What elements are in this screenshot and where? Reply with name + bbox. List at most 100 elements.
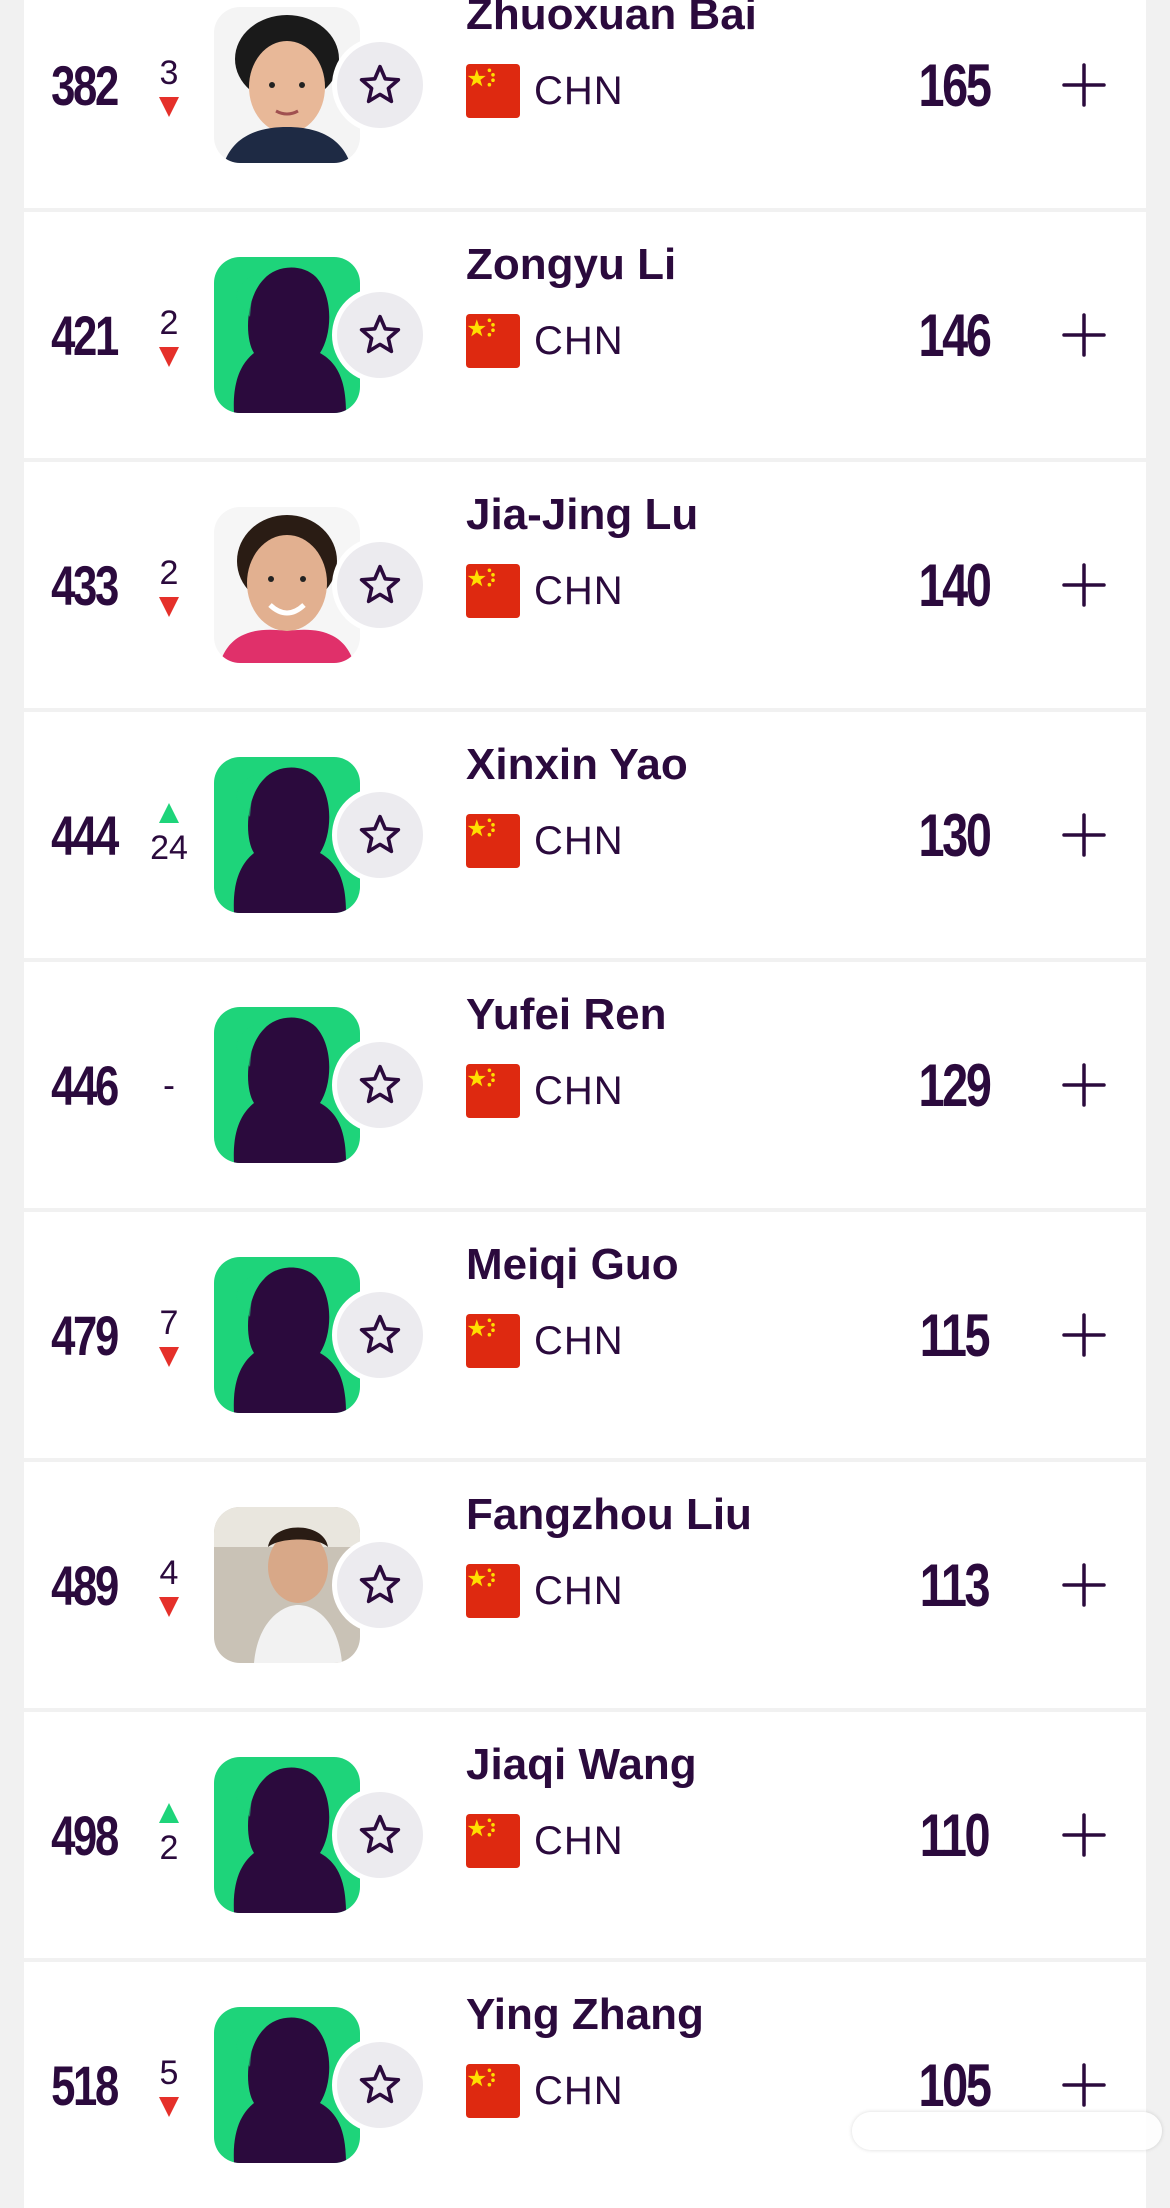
player-country: CHN <box>466 314 624 368</box>
rank-movement: 4 <box>144 1462 194 1708</box>
plus-icon <box>1060 811 1108 859</box>
player-name[interactable]: Zhuoxuan Bai <box>466 0 757 40</box>
favorite-button[interactable] <box>332 1787 428 1883</box>
favorite-button[interactable] <box>332 1537 428 1633</box>
favorite-button[interactable] <box>332 1037 428 1133</box>
rank: 518 <box>51 2053 119 2117</box>
player-row[interactable]: 444 24 Xinxin Yao CHN 130 <box>24 712 1146 958</box>
add-button[interactable] <box>1054 1805 1114 1865</box>
rank-change: 3 <box>159 53 179 92</box>
china-flag-icon <box>466 1064 520 1118</box>
player-name[interactable]: Jiaqi Wang <box>466 1740 697 1790</box>
player-name[interactable]: Xinxin Yao <box>466 740 688 790</box>
rank: 382 <box>51 53 119 117</box>
player-row[interactable]: 421 2 Zongyu Li CHN 146 <box>24 212 1146 458</box>
rank-movement: 2 <box>144 1712 194 1958</box>
plus-icon <box>1060 1061 1108 1109</box>
points: 165 <box>918 51 991 119</box>
player-row[interactable]: 433 2 Jia-Jing Lu CHN 140 <box>24 462 1146 708</box>
player-row[interactable]: 382 3 Zhuoxuan Bai CHN 165 <box>24 0 1146 208</box>
player-name[interactable]: Meiqi Guo <box>466 1240 679 1290</box>
points: 140 <box>918 551 991 619</box>
add-button[interactable] <box>1054 1055 1114 1115</box>
points: 146 <box>918 301 991 369</box>
plus-icon <box>1060 2061 1108 2109</box>
player-name[interactable]: Zongyu Li <box>466 240 676 290</box>
rank-movement: 7 <box>144 1212 194 1458</box>
star-icon <box>356 561 404 609</box>
china-flag-icon <box>466 564 520 618</box>
rank-movement: - <box>144 962 194 1208</box>
china-flag-icon <box>466 2064 520 2118</box>
country-code: CHN <box>534 68 624 113</box>
points: 113 <box>919 1551 991 1619</box>
plus-icon <box>1060 1811 1108 1859</box>
player-name[interactable]: Fangzhou Liu <box>466 1490 752 1540</box>
china-flag-icon <box>466 1814 520 1868</box>
country-code: CHN <box>534 1318 624 1363</box>
player-country: CHN <box>466 1564 624 1618</box>
player-row[interactable]: 479 7 Meiqi Guo CHN 115 <box>24 1212 1146 1458</box>
country-code: CHN <box>534 568 624 613</box>
add-button[interactable] <box>1054 55 1114 115</box>
add-button[interactable] <box>1054 1555 1114 1615</box>
player-country: CHN <box>466 564 624 618</box>
player-name[interactable]: Ying Zhang <box>466 1990 704 2040</box>
star-icon <box>356 1311 404 1359</box>
favorite-button[interactable] <box>332 287 428 383</box>
add-button[interactable] <box>1054 555 1114 615</box>
rank-movement: 2 <box>144 462 194 708</box>
rank: 444 <box>51 803 119 867</box>
china-flag-icon <box>466 64 520 118</box>
china-flag-icon <box>466 314 520 368</box>
triangle-down-icon <box>159 1346 179 1367</box>
star-icon <box>356 1561 404 1609</box>
country-code: CHN <box>534 2068 624 2113</box>
china-flag-icon <box>466 814 520 868</box>
favorite-button[interactable] <box>332 37 428 133</box>
plus-icon <box>1060 1561 1108 1609</box>
favorite-button[interactable] <box>332 1287 428 1383</box>
player-row[interactable]: 446 - Yufei Ren CHN 129 <box>24 962 1146 1208</box>
player-country: CHN <box>466 2064 624 2118</box>
rank-change: 2 <box>159 553 179 592</box>
add-button[interactable] <box>1054 1305 1114 1365</box>
rank: 479 <box>51 1303 119 1367</box>
favorite-button[interactable] <box>332 787 428 883</box>
china-flag-icon <box>466 1564 520 1618</box>
star-icon <box>356 2061 404 2109</box>
rank: 498 <box>51 1803 119 1867</box>
rank-change: 7 <box>159 1303 179 1342</box>
triangle-up-icon <box>159 1802 179 1823</box>
player-country: CHN <box>466 1814 624 1868</box>
player-name[interactable]: Yufei Ren <box>466 990 667 1040</box>
player-name[interactable]: Jia-Jing Lu <box>466 490 698 540</box>
plus-icon <box>1060 61 1108 109</box>
country-code: CHN <box>534 1568 624 1613</box>
add-button[interactable] <box>1054 805 1114 865</box>
player-row[interactable]: 518 5 Ying Zhang CHN 105 <box>24 1962 1146 2208</box>
country-code: CHN <box>534 818 624 863</box>
rank-change: 4 <box>159 1553 179 1592</box>
star-icon <box>356 311 404 359</box>
rank-change: 24 <box>150 828 188 867</box>
china-flag-icon <box>466 1314 520 1368</box>
player-row[interactable]: 498 2 Jiaqi Wang CHN 110 <box>24 1712 1146 1958</box>
triangle-down-icon <box>159 2096 179 2117</box>
points: 105 <box>918 2051 991 2119</box>
star-icon <box>356 1061 404 1109</box>
points: 115 <box>919 1301 991 1369</box>
add-button[interactable] <box>1054 2055 1114 2115</box>
plus-icon <box>1060 311 1108 359</box>
player-row[interactable]: 489 4 Fangzhou Liu CHN 113 <box>24 1462 1146 1708</box>
favorite-button[interactable] <box>332 2037 428 2133</box>
add-button[interactable] <box>1054 305 1114 365</box>
rank: 421 <box>51 303 119 367</box>
player-country: CHN <box>466 1064 624 1118</box>
star-icon <box>356 811 404 859</box>
rank: 433 <box>51 553 119 617</box>
favorite-button[interactable] <box>332 537 428 633</box>
country-code: CHN <box>534 318 624 363</box>
country-code: CHN <box>534 1068 624 1113</box>
rank: 489 <box>51 1553 119 1617</box>
